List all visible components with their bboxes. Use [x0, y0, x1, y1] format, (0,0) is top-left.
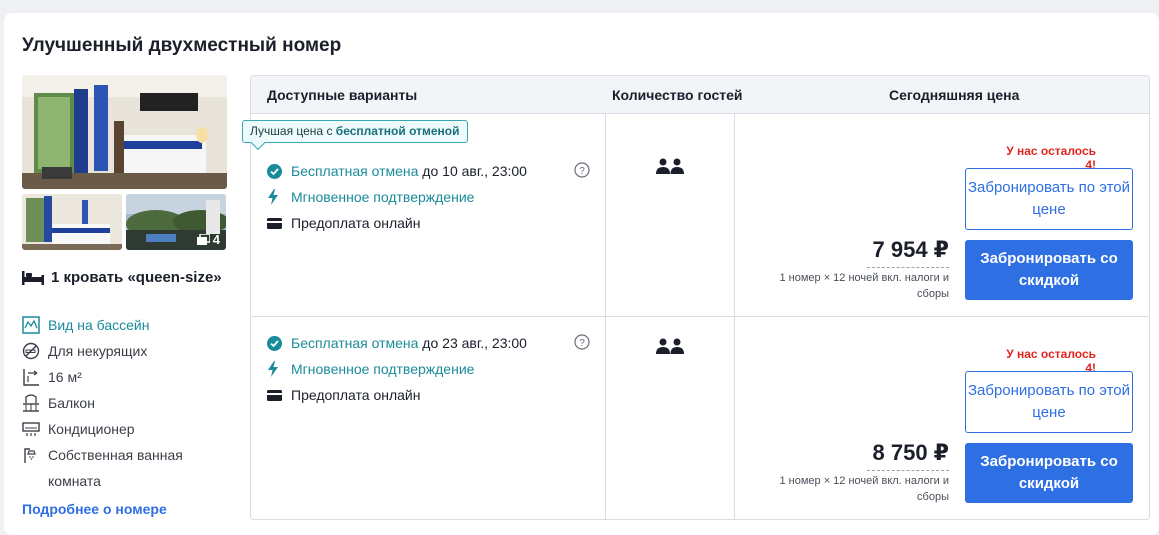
amenity-size: 16 м²	[22, 364, 222, 390]
bed-icon	[22, 269, 44, 293]
air-conditioner-icon	[22, 416, 40, 442]
best-price-badge: Лучшая цена с бесплатной отменой	[242, 120, 468, 143]
amenity-label: Кондиционер	[48, 421, 135, 437]
prepay-line: Предоплата онлайн	[267, 213, 420, 233]
header-options: Доступные варианты	[267, 87, 418, 103]
credit-card-icon	[267, 389, 283, 401]
room-photo-main[interactable]	[22, 75, 227, 189]
amenity-no-smoking: Для некурящих	[22, 338, 222, 364]
instant-confirm-line: Мгновенное подтверждение	[267, 187, 474, 207]
lightning-icon	[267, 361, 283, 377]
free-cancel-label: Бесплатная отмена	[291, 163, 419, 179]
header-guests: Количество гостей	[612, 87, 743, 103]
amenity-label: 16 м²	[48, 369, 82, 385]
book-button[interactable]: Забронировать по этой цене	[965, 168, 1133, 230]
room-card: Улучшенный двухместный номер 4 1 кровать…	[4, 13, 1159, 535]
svg-text:?: ?	[579, 166, 585, 177]
no-smoking-icon	[22, 338, 40, 364]
room-photo-thumb-2[interactable]: 4	[126, 194, 226, 250]
cancel-until: до 23 авг., 23:00	[418, 335, 527, 351]
room-size-icon	[22, 364, 40, 390]
room-title: Улучшенный двухместный номер	[22, 35, 342, 56]
row-divider	[251, 316, 1149, 317]
room-photo-thumb-1-image	[22, 194, 122, 250]
room-photo-image	[22, 75, 227, 189]
check-circle-icon	[267, 335, 283, 351]
prepay-label: Предоплата онлайн	[291, 215, 421, 231]
table-header: Доступные варианты Количество гостей Сег…	[251, 76, 1149, 114]
pool-view-icon	[22, 312, 40, 338]
price-note: 1 номер × 12 ночей вкл. налоги и сборы	[779, 475, 949, 503]
badge-bold: бесплатной отменой	[335, 124, 460, 138]
bed-label: 1 кровать «queen-size»	[51, 269, 222, 286]
amenity-air-conditioner: Кондиционер	[22, 416, 222, 442]
photo-count: 4	[196, 232, 220, 247]
header-price: Сегодняшняя цена	[889, 87, 1020, 103]
guests-icon	[656, 338, 684, 359]
price: 7 954 ₽	[872, 237, 949, 262]
amenity-label: Собственная ванная комната	[48, 447, 183, 489]
amenity-label: Для некурящих	[48, 343, 148, 359]
price: 8 750 ₽	[872, 440, 949, 465]
help-icon[interactable]: ?	[574, 162, 590, 183]
shower-icon	[22, 442, 40, 468]
badge-prefix: Лучшая цена с	[250, 124, 336, 138]
credit-card-icon	[267, 217, 283, 229]
amenity-label: Вид на бассейн	[48, 317, 150, 333]
cancel-until: до 10 авг., 23:00	[418, 163, 527, 179]
price-underline	[867, 470, 949, 471]
help-icon[interactable]: ?	[574, 334, 590, 355]
free-cancel-line: Бесплатная отмена до 10 авг., 23:00	[267, 161, 527, 181]
svg-text:?: ?	[579, 338, 585, 349]
instant-confirm-label: Мгновенное подтверждение	[291, 361, 475, 377]
check-circle-icon	[267, 163, 283, 179]
price-note: 1 номер × 12 ночей вкл. налоги и сборы	[779, 272, 949, 300]
book-discount-button[interactable]: Забронировать со скидкой	[965, 240, 1133, 300]
free-cancel-line: Бесплатная отмена до 23 авг., 23:00	[267, 333, 527, 353]
price-underline	[867, 267, 949, 268]
balcony-icon	[22, 390, 40, 416]
free-cancel-label: Бесплатная отмена	[291, 335, 419, 351]
room-details-link[interactable]: Подробнее о номере	[22, 501, 167, 517]
instant-confirm-label: Мгновенное подтверждение	[291, 189, 475, 205]
amenity-pool-view: Вид на бассейн	[22, 312, 222, 338]
amenity-label: Балкон	[48, 395, 95, 411]
book-discount-button[interactable]: Забронировать со скидкой	[965, 443, 1133, 503]
prepay-line: Предоплата онлайн	[267, 385, 420, 405]
room-photo-thumb-1[interactable]	[22, 194, 122, 250]
gallery-icon	[196, 234, 210, 245]
instant-confirm-line: Мгновенное подтверждение	[267, 359, 474, 379]
lightning-icon	[267, 189, 283, 205]
amenity-bathroom: Собственная ванная комната	[22, 442, 222, 494]
photo-count-value: 4	[212, 232, 220, 247]
book-button[interactable]: Забронировать по этой цене	[965, 371, 1133, 433]
amenity-balcony: Балкон	[22, 390, 222, 416]
guests-icon	[656, 158, 684, 179]
bed-info: 1 кровать «queen-size»	[22, 266, 222, 293]
prepay-label: Предоплата онлайн	[291, 387, 421, 403]
